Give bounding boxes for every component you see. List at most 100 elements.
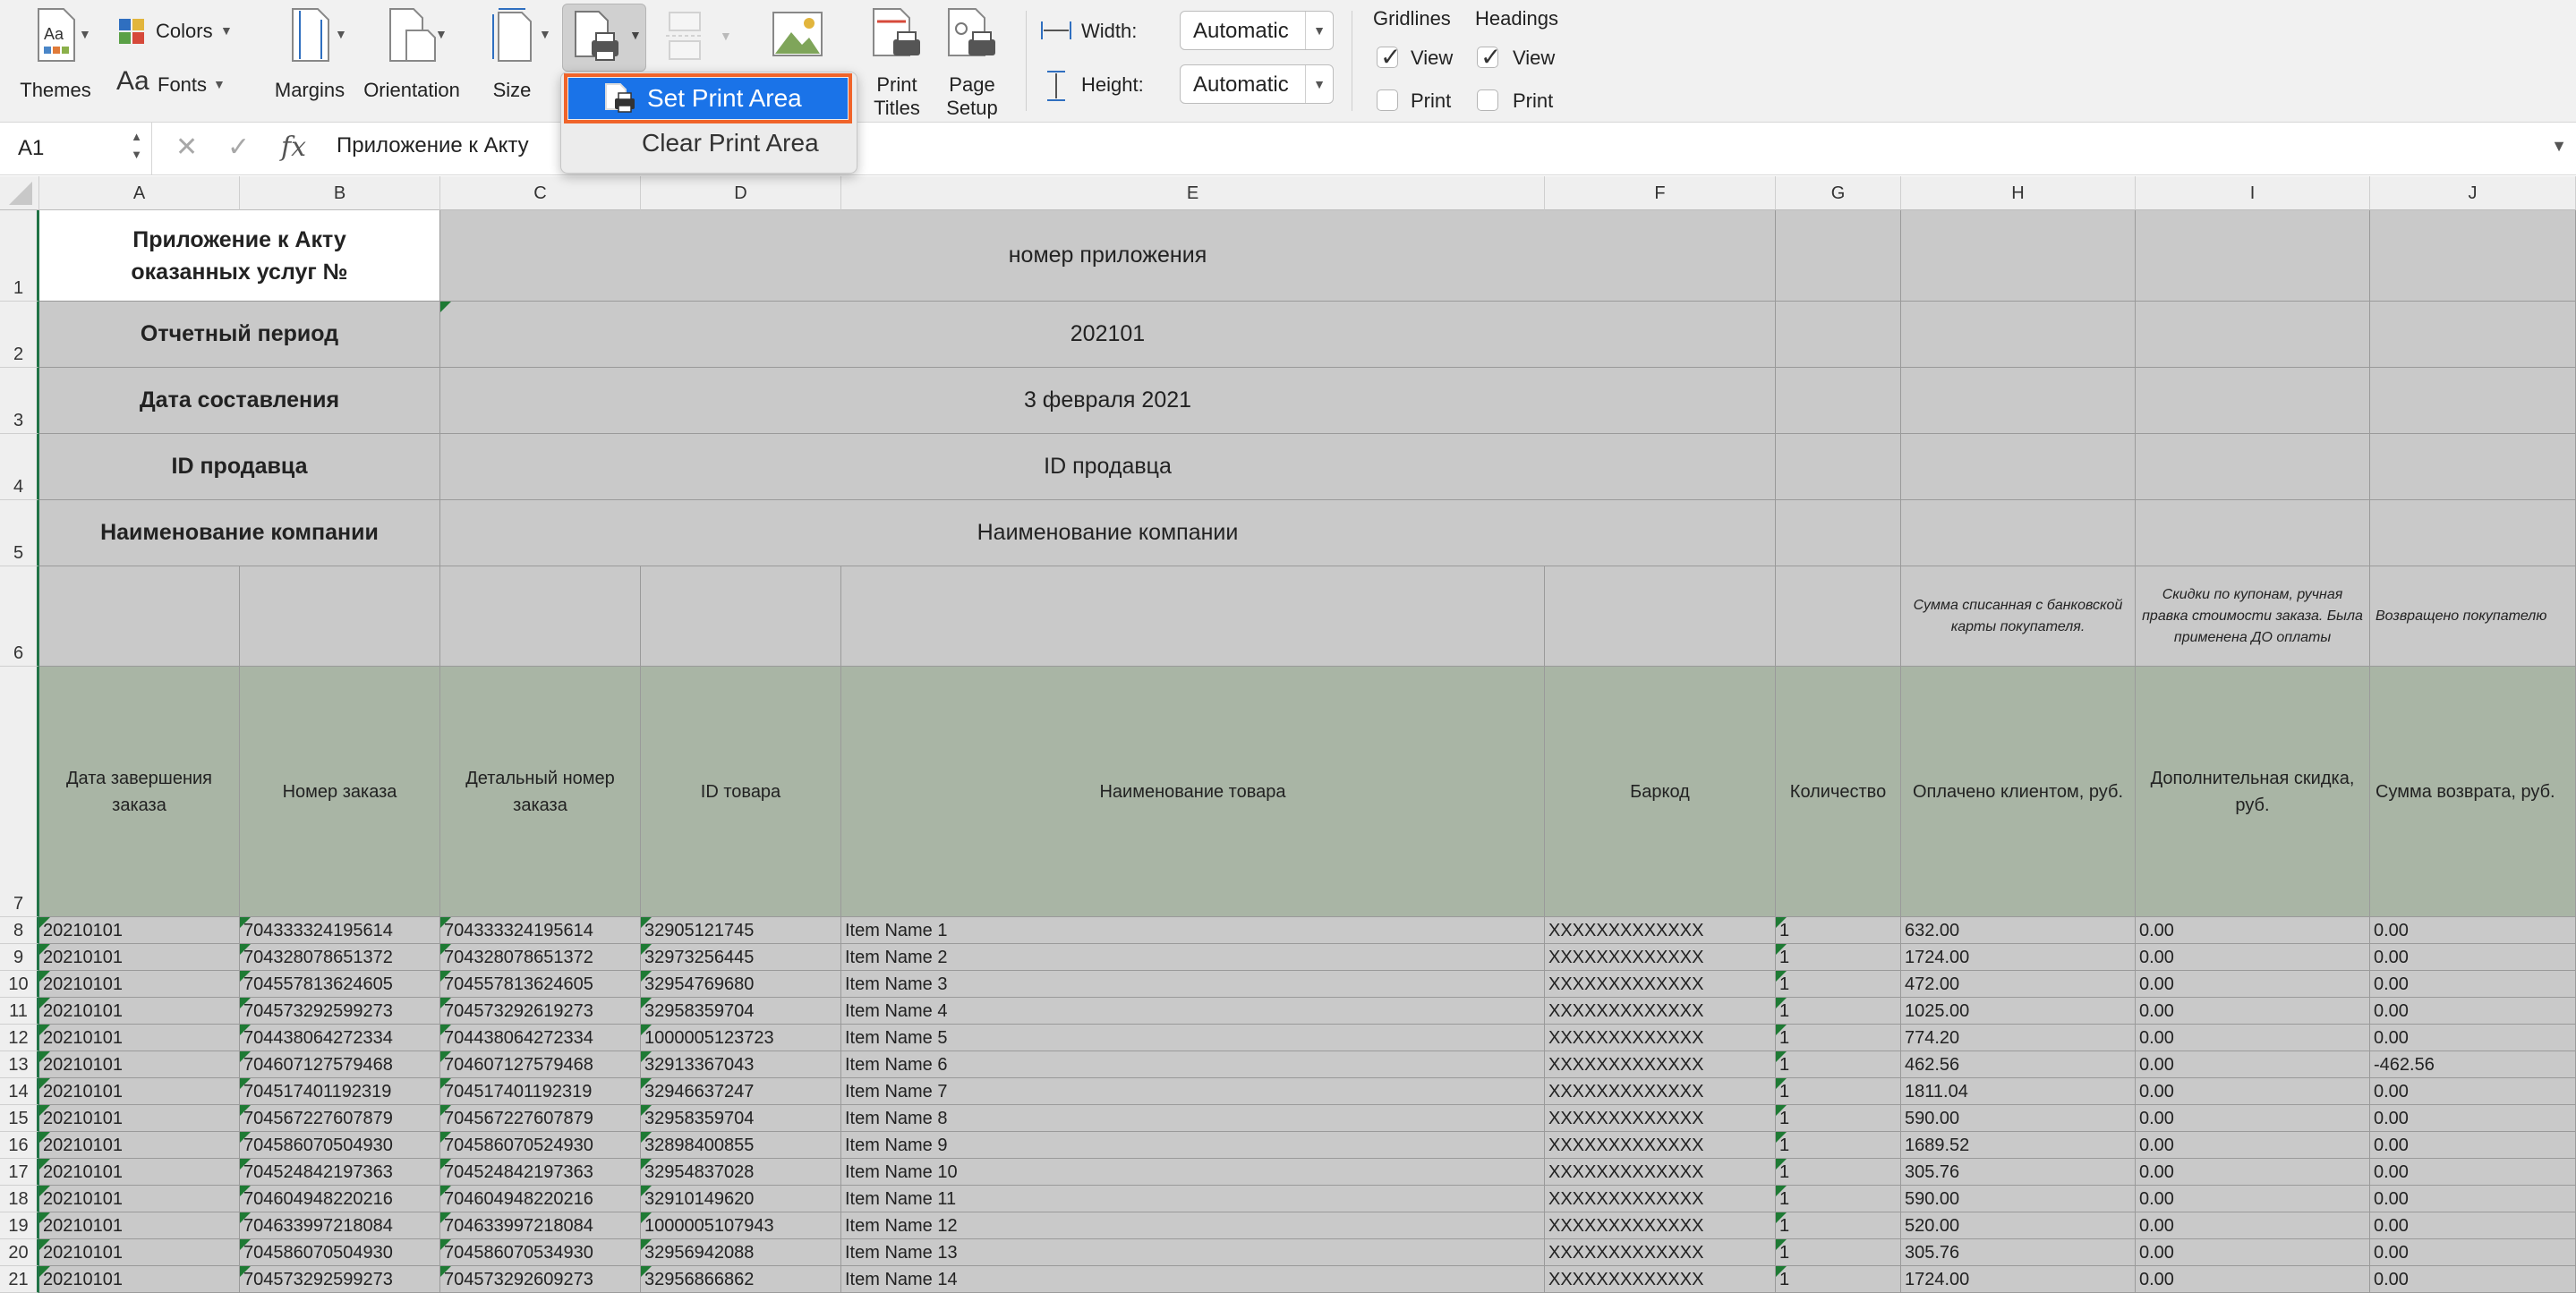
table-cell-f[interactable]: XXXXXXXXXXXXX: [1545, 1186, 1776, 1212]
table-cell-b[interactable]: 704604948220216: [240, 1186, 440, 1212]
cell-i3[interactable]: [2136, 368, 2370, 434]
table-cell-h[interactable]: 305.76: [1901, 1159, 2136, 1186]
table-cell-f[interactable]: XXXXXXXXXXXXX: [1545, 1239, 1776, 1266]
table-header-i[interactable]: Дополнительная скидка, руб.: [2136, 667, 2370, 917]
table-cell-h[interactable]: 1811.04: [1901, 1078, 2136, 1105]
table-cell-f[interactable]: XXXXXXXXXXXXX: [1545, 1078, 1776, 1105]
cell-h1[interactable]: [1901, 210, 2136, 302]
table-cell-e[interactable]: Item Name 9: [841, 1132, 1545, 1159]
period-label-cell[interactable]: Отчетный период: [39, 302, 440, 368]
table-cell-c[interactable]: 704328078651372: [440, 944, 641, 971]
table-cell-e[interactable]: Item Name 5: [841, 1025, 1545, 1051]
cell-g2[interactable]: [1776, 302, 1901, 368]
table-cell-e[interactable]: Item Name 8: [841, 1105, 1545, 1132]
table-cell-c[interactable]: 704607127579468: [440, 1051, 641, 1078]
table-cell-f[interactable]: XXXXXXXXXXXXX: [1545, 1025, 1776, 1051]
table-cell-c[interactable]: 704333324195614: [440, 917, 641, 944]
table-header-c[interactable]: Детальный номер заказа: [440, 667, 641, 917]
table-cell-h[interactable]: 462.56: [1901, 1051, 2136, 1078]
table-cell-a[interactable]: 20210101: [39, 917, 240, 944]
table-cell-h[interactable]: 1025.00: [1901, 998, 2136, 1025]
table-cell-h[interactable]: 472.00: [1901, 971, 2136, 998]
table-cell-c[interactable]: 704573292609273: [440, 1266, 641, 1293]
table-cell-e[interactable]: Item Name 12: [841, 1212, 1545, 1239]
table-cell-i[interactable]: 0.00: [2136, 917, 2370, 944]
table-cell-a[interactable]: 20210101: [39, 1186, 240, 1212]
cell-j3[interactable]: [2370, 368, 2576, 434]
column-header-d[interactable]: D: [641, 176, 841, 210]
table-cell-d[interactable]: 32898400855: [641, 1132, 841, 1159]
row-header-5[interactable]: 5: [0, 500, 39, 566]
period-value-cell[interactable]: 202101: [440, 302, 1776, 368]
table-cell-c[interactable]: 704438064272334: [440, 1025, 641, 1051]
print-titles-button[interactable]: Print Titles: [861, 7, 933, 119]
table-cell-h[interactable]: 1689.52: [1901, 1132, 2136, 1159]
table-cell-c[interactable]: 704567227607879: [440, 1105, 641, 1132]
table-cell-b[interactable]: 704573292599273: [240, 1266, 440, 1293]
table-cell-d[interactable]: 1000005107943: [641, 1212, 841, 1239]
orientation-button[interactable]: Orientation: [358, 7, 465, 106]
table-cell-h[interactable]: 1724.00: [1901, 1266, 2136, 1293]
table-header-b[interactable]: Номер заказа: [240, 667, 440, 917]
row-header-18[interactable]: 18: [0, 1186, 39, 1212]
table-cell-j[interactable]: 0.00: [2370, 1186, 2576, 1212]
note-cell-c[interactable]: [440, 566, 641, 667]
table-cell-c[interactable]: 704573292619273: [440, 998, 641, 1025]
table-cell-i[interactable]: 0.00: [2136, 971, 2370, 998]
table-cell-c[interactable]: 704557813624605: [440, 971, 641, 998]
table-cell-i[interactable]: 0.00: [2136, 1051, 2370, 1078]
table-cell-d[interactable]: 32913367043: [641, 1051, 841, 1078]
table-cell-b[interactable]: 704607127579468: [240, 1051, 440, 1078]
table-cell-a[interactable]: 20210101: [39, 1266, 240, 1293]
row-header-1[interactable]: 1: [0, 210, 39, 302]
table-cell-j[interactable]: 0.00: [2370, 1212, 2576, 1239]
table-cell-j[interactable]: 0.00: [2370, 1105, 2576, 1132]
cell-g4[interactable]: [1776, 434, 1901, 500]
table-cell-e[interactable]: Item Name 14: [841, 1266, 1545, 1293]
themes-caret-icon[interactable]: ▼: [79, 27, 91, 41]
note-cell-a[interactable]: [39, 566, 240, 667]
table-cell-f[interactable]: XXXXXXXXXXXXX: [1545, 1159, 1776, 1186]
table-cell-b[interactable]: 704567227607879: [240, 1105, 440, 1132]
table-cell-h[interactable]: 774.20: [1901, 1025, 2136, 1051]
table-cell-b[interactable]: 704328078651372: [240, 944, 440, 971]
table-cell-i[interactable]: 0.00: [2136, 1159, 2370, 1186]
cell-j4[interactable]: [2370, 434, 2576, 500]
table-header-h[interactable]: Оплачено клиентом, руб.: [1901, 667, 2136, 917]
clear-print-area-menu-item[interactable]: Clear Print Area: [568, 123, 848, 164]
table-cell-c[interactable]: 704604948220216: [440, 1186, 641, 1212]
cell-i5[interactable]: [2136, 500, 2370, 566]
table-header-d[interactable]: ID товара: [641, 667, 841, 917]
appendix-number-cell[interactable]: номер приложения: [440, 210, 1776, 302]
table-cell-f[interactable]: XXXXXXXXXXXXX: [1545, 1212, 1776, 1239]
size-caret-icon[interactable]: ▼: [539, 27, 551, 41]
table-cell-g[interactable]: 1: [1776, 1051, 1901, 1078]
table-cell-j[interactable]: 0.00: [2370, 1266, 2576, 1293]
table-cell-i[interactable]: 0.00: [2136, 1239, 2370, 1266]
table-cell-g[interactable]: 1: [1776, 1105, 1901, 1132]
table-cell-b[interactable]: 704557813624605: [240, 971, 440, 998]
table-cell-h[interactable]: 632.00: [1901, 917, 2136, 944]
table-cell-i[interactable]: 0.00: [2136, 998, 2370, 1025]
note-cell-e[interactable]: [841, 566, 1545, 667]
table-cell-e[interactable]: Item Name 6: [841, 1051, 1545, 1078]
table-cell-j[interactable]: 0.00: [2370, 1078, 2576, 1105]
table-cell-f[interactable]: XXXXXXXXXXXXX: [1545, 998, 1776, 1025]
formula-input[interactable]: Приложение к Акту: [337, 133, 529, 158]
table-cell-g[interactable]: 1: [1776, 1025, 1901, 1051]
colors-button[interactable]: Colors ▼: [115, 18, 240, 48]
table-cell-i[interactable]: 0.00: [2136, 1186, 2370, 1212]
table-cell-i[interactable]: 0.00: [2136, 1132, 2370, 1159]
table-cell-g[interactable]: 1: [1776, 1132, 1901, 1159]
table-cell-i[interactable]: 0.00: [2136, 1266, 2370, 1293]
table-cell-e[interactable]: Item Name 11: [841, 1186, 1545, 1212]
table-cell-f[interactable]: XXXXXXXXXXXXX: [1545, 1132, 1776, 1159]
note-cell-b[interactable]: [240, 566, 440, 667]
table-cell-g[interactable]: 1: [1776, 1159, 1901, 1186]
note-cell-j[interactable]: Возвращено покупателю: [2370, 566, 2576, 667]
cell-i1[interactable]: [2136, 210, 2370, 302]
cell-i2[interactable]: [2136, 302, 2370, 368]
table-cell-f[interactable]: XXXXXXXXXXXXX: [1545, 944, 1776, 971]
table-cell-j[interactable]: 0.00: [2370, 998, 2576, 1025]
name-box-stepper-icon[interactable]: ▲ ▼: [131, 128, 142, 164]
